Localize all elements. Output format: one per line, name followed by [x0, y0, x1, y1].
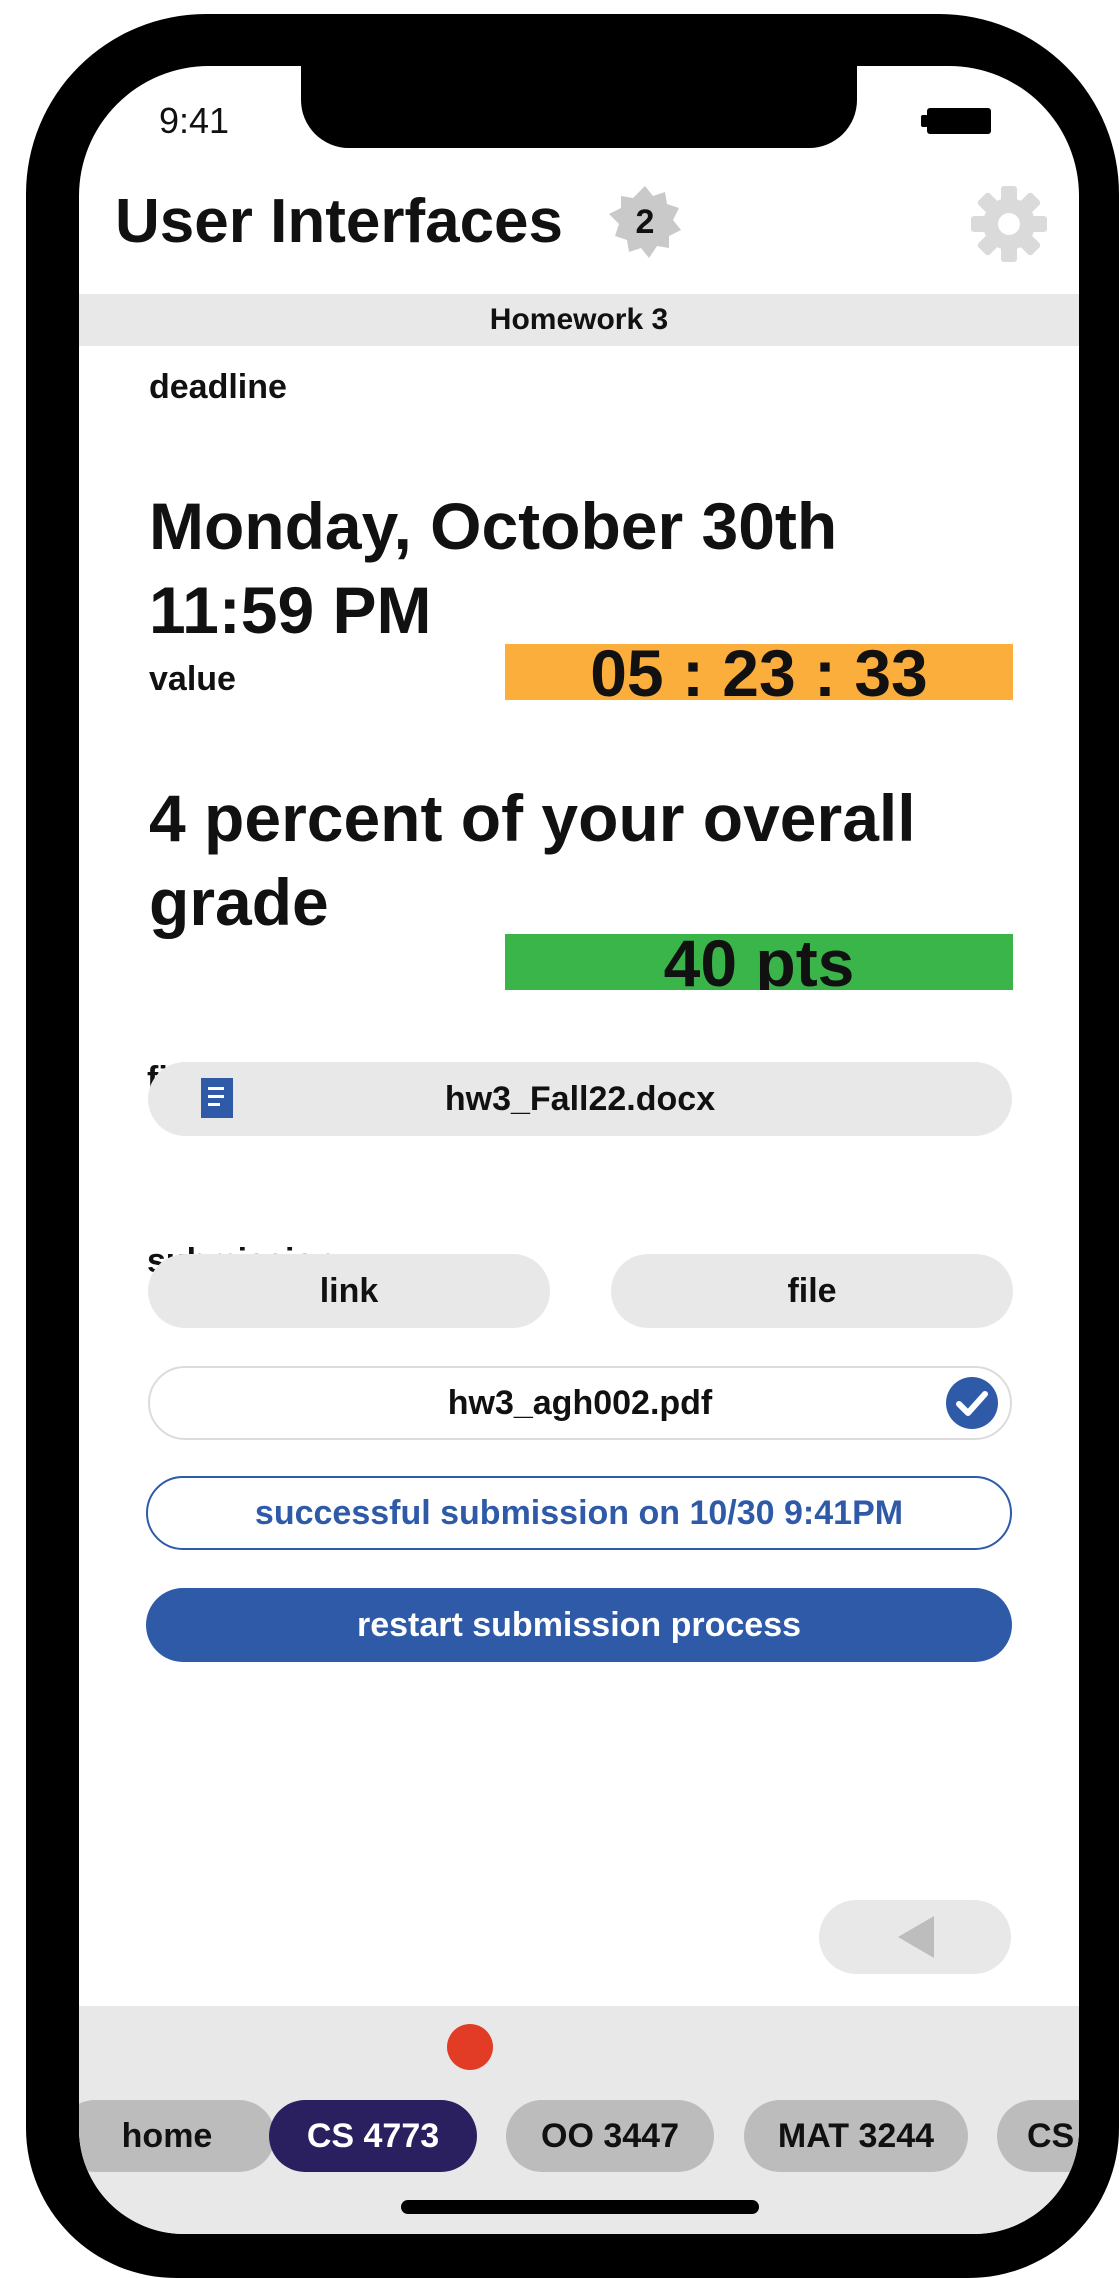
- page-title: User Interfaces: [115, 187, 564, 256]
- battery-icon: [921, 108, 991, 134]
- submit-link-button[interactable]: link: [148, 1254, 550, 1328]
- back-button[interactable]: [819, 1900, 1011, 1974]
- checkmark-icon: [946, 1377, 998, 1429]
- tab-oo-3447[interactable]: OO 3447: [506, 2100, 714, 2172]
- deadline-time: 11:59 PM: [149, 573, 432, 647]
- points-badge: 40 pts: [505, 934, 1013, 990]
- notification-badge-count: 2: [635, 203, 655, 241]
- value-description: 4 percent of your overall grade: [149, 781, 916, 939]
- assignment-title-bar: Homework 3: [79, 294, 1079, 346]
- attached-file-name: hw3_Fall22.docx: [444, 1080, 716, 1118]
- submitted-file-field[interactable]: hw3_agh002.pdf: [148, 1366, 1012, 1440]
- home-indicator[interactable]: [401, 2200, 759, 2214]
- countdown-timer: 05 : 23 : 33: [505, 644, 1013, 700]
- restart-submission-button[interactable]: restart submission process: [146, 1588, 1012, 1662]
- tab-cs[interactable]: CS: [997, 2100, 1079, 2172]
- tab-home[interactable]: home: [79, 2100, 275, 2172]
- submit-file-button[interactable]: file: [611, 1254, 1013, 1328]
- phone-screen: 9:41 User Interfaces 2 Homework 3 deadli…: [79, 66, 1079, 2234]
- status-time: 9:41: [159, 100, 230, 141]
- tab-mat-3244[interactable]: MAT 3244: [744, 2100, 968, 2172]
- back-arrow-icon: [898, 1916, 934, 1958]
- submission-status: successful submission on 10/30 9:41PM: [146, 1476, 1012, 1550]
- notch: [301, 66, 857, 148]
- document-icon: [201, 1078, 233, 1118]
- notification-dot: [447, 2024, 493, 2070]
- submitted-file-name: hw3_agh002.pdf: [447, 1384, 713, 1422]
- deadline-date: Monday, October 30th: [149, 489, 838, 563]
- attached-file-button[interactable]: hw3_Fall22.docx: [148, 1062, 1012, 1136]
- gear-icon[interactable]: [969, 184, 1049, 264]
- value-label: value: [149, 660, 236, 698]
- deadline-label: deadline: [149, 368, 287, 406]
- tab-cs-4773[interactable]: CS 4773: [269, 2100, 477, 2172]
